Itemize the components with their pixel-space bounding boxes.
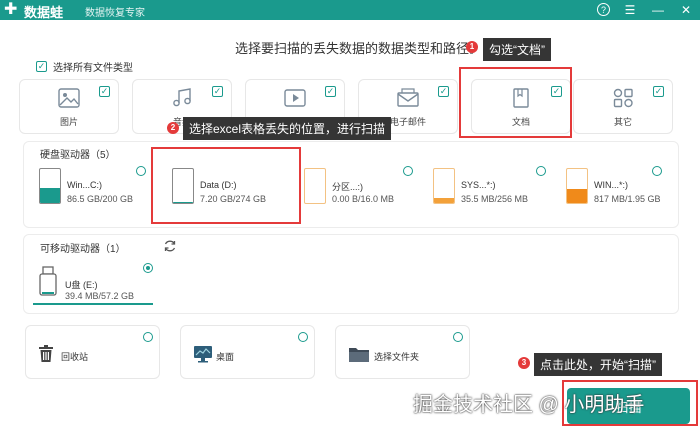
- file-type-label: 其它: [613, 117, 632, 127]
- quick-location-radio[interactable]: [298, 332, 308, 342]
- usb-drive-icon: [39, 266, 57, 296]
- drive-c[interactable]: Win...C:) 86.5 GB/200 GB: [39, 168, 149, 206]
- minimize-icon[interactable]: —: [650, 1, 666, 19]
- music-icon: [173, 88, 191, 107]
- drive-size: 817 MB/1.95 GB: [594, 194, 661, 204]
- annotation-callout-step1: 勾选“文档”: [483, 38, 551, 61]
- help-icon[interactable]: ?: [597, 3, 610, 16]
- hard-drive-icon: [433, 168, 455, 204]
- checkbox-checked-icon[interactable]: ✓: [325, 86, 336, 97]
- desktop-icon: [194, 346, 212, 363]
- checkbox-checked-icon[interactable]: ✓: [653, 86, 664, 97]
- hard-drive-section-title: 硬盘驱动器（5）: [40, 150, 116, 161]
- drive-name: WIN...*:): [594, 180, 628, 190]
- quick-location-desktop[interactable]: 桌面: [180, 325, 315, 379]
- app-name: 数据蛙: [24, 5, 64, 20]
- drive-size: 86.5 GB/200 GB: [67, 194, 134, 204]
- select-all-checkbox[interactable]: ✓ 选择所有文件类型: [36, 59, 133, 74]
- quick-location-radio[interactable]: [143, 332, 153, 342]
- email-icon: [397, 88, 419, 107]
- drive-name: SYS...*:): [461, 180, 496, 190]
- drive-size: 39.4 MB/57.2 GB: [65, 291, 135, 301]
- image-icon: [58, 88, 80, 108]
- drive-radio[interactable]: [536, 166, 546, 176]
- quick-location-radio[interactable]: [453, 332, 463, 342]
- window-controls: ? ☰ — ✕: [597, 1, 694, 19]
- drive-name: 分区...:): [332, 182, 363, 192]
- watermark: 掘金技术社区 @ 小明助手: [413, 394, 645, 416]
- annotation-step-badge: 3: [518, 357, 530, 369]
- annotation-callout-step3: 点击此处，开始“扫描”: [534, 353, 662, 376]
- quick-location-folder[interactable]: 选择文件夹: [335, 325, 470, 379]
- hard-drive-icon: [304, 168, 326, 204]
- drive-size: 0.00 B/16.0 MB: [332, 194, 395, 204]
- annotation-step-badge: 1: [466, 41, 478, 53]
- file-type-label: 图片: [59, 117, 78, 127]
- close-icon[interactable]: ✕: [678, 1, 694, 19]
- checkbox-checked-icon[interactable]: ✓: [212, 86, 223, 97]
- file-type-card-other[interactable]: ✓ 其它: [573, 79, 673, 134]
- drive-radio[interactable]: [652, 166, 662, 176]
- file-type-card-image[interactable]: ✓ 图片: [19, 79, 119, 134]
- annotation-step-badge: 2: [167, 122, 179, 134]
- recycle-bin-icon: [39, 345, 53, 362]
- annotation-highlight-document: [459, 67, 572, 138]
- quick-location-label: 选择文件夹: [374, 352, 420, 362]
- quick-location-recycle-bin[interactable]: 回收站: [25, 325, 160, 379]
- page-prompt: 选择要扫描的丢失数据的数据类型和路径。: [235, 41, 483, 56]
- title-bar: ✚ 数据蛙 数据恢复专家 ? ☰ — ✕: [0, 0, 700, 20]
- checkbox-checked-icon[interactable]: ✓: [99, 86, 110, 97]
- quick-location-label: 桌面: [216, 352, 235, 362]
- annotation-callout-step2: 选择excel表格丢失的位置，进行扫描: [183, 117, 392, 140]
- drive-radio[interactable]: [136, 166, 146, 176]
- drive-name: Win...C:): [67, 180, 102, 190]
- drive-name: U盘 (E:): [65, 280, 98, 290]
- hard-drive-icon: [39, 168, 61, 204]
- drive-size: 35.5 MB/256 MB: [461, 194, 529, 204]
- app-subtitle: 数据恢复专家: [85, 8, 145, 19]
- annotation-highlight-drive-d: [151, 147, 301, 224]
- app-logo-icon: ✚: [4, 1, 18, 18]
- removable-drive-section-title: 可移动驱动器（1）: [40, 244, 126, 255]
- refresh-icon[interactable]: [163, 239, 177, 253]
- drive-partition[interactable]: 分区...:) 0.00 B/16.0 MB: [304, 168, 414, 206]
- checkbox-checked-icon: ✓: [36, 61, 47, 72]
- drive-radio[interactable]: [403, 166, 413, 176]
- video-icon: [284, 89, 306, 107]
- hard-drive-icon: [566, 168, 588, 204]
- menu-icon[interactable]: ☰: [622, 1, 638, 19]
- checkbox-checked-icon[interactable]: ✓: [438, 86, 449, 97]
- drive-sys[interactable]: SYS...*:) 35.5 MB/256 MB: [433, 168, 543, 206]
- other-icon: [613, 88, 633, 108]
- usb-drive-card[interactable]: U盘 (E:) 39.4 MB/57.2 GB: [33, 261, 153, 305]
- select-all-label: 选择所有文件类型: [53, 63, 133, 74]
- folder-icon: [349, 348, 369, 362]
- quick-location-label: 回收站: [61, 352, 89, 362]
- drive-radio-selected[interactable]: [143, 263, 153, 273]
